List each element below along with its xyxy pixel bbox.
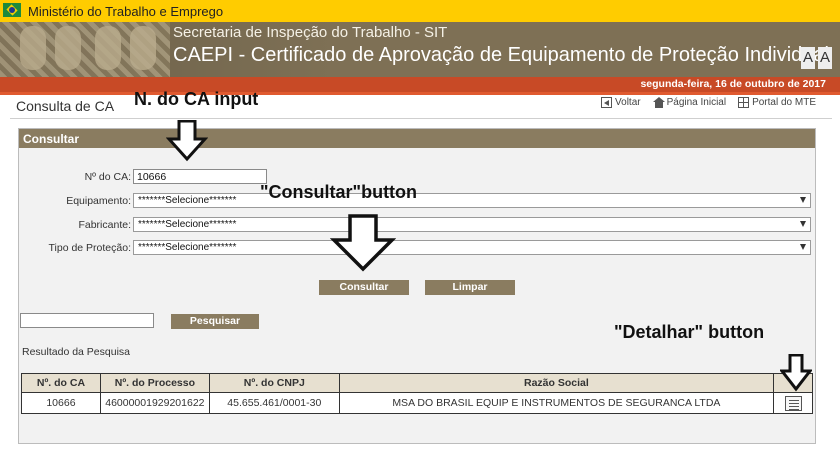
portal-icon — [738, 97, 750, 108]
link-portal-mte[interactable]: Portal do MTE — [738, 97, 816, 108]
banner-photo — [0, 22, 170, 77]
link-voltar[interactable]: Voltar — [601, 97, 641, 108]
results-table: Nº. do CA Nº. do Processo Nº. do CNPJ Ra… — [21, 373, 813, 414]
tipo-protecao-label: Tipo de Proteção: — [48, 242, 132, 254]
tipo-protecao-select-value: *******Selecione******* — [138, 242, 237, 253]
equipamento-label: Equipamento: — [66, 195, 131, 207]
annotation-consultar-button: "Consultar"button — [260, 182, 418, 202]
top-links: Voltar Página Inicial Portal do MTE — [601, 97, 816, 108]
down-arrow-icon — [780, 354, 812, 392]
chevron-down-icon — [800, 221, 806, 227]
fabricante-select-value: *******Selecione******* — [138, 219, 237, 230]
annotation-ca-input: N. do CA input — [134, 89, 259, 109]
ca-number-input[interactable] — [133, 169, 267, 184]
cell-razao-social: MSA DO BRASIL EQUIP E INSTRUMENTOS DE SE… — [338, 392, 775, 414]
link-voltar-label: Voltar — [615, 97, 641, 108]
col-header-processo: Nº. do Processo — [99, 373, 210, 393]
panel-header: Consultar — [19, 129, 815, 148]
detalhar-button[interactable] — [784, 395, 802, 411]
header-banner: Secretaria de Inspeção do Trabalho - SIT… — [0, 22, 840, 77]
limpar-button[interactable]: Limpar — [425, 280, 515, 295]
gov-bar: Ministério do Trabalho e Emprego — [0, 0, 840, 22]
banner-subtitle: Secretaria de Inspeção do Trabalho - SIT — [173, 24, 448, 41]
cell-action — [773, 392, 813, 414]
table-row: 10666 46000001929201622 45.655.461/0001-… — [21, 392, 813, 414]
gov-title[interactable]: Ministério do Trabalho e Emprego — [28, 4, 223, 19]
home-icon — [652, 97, 665, 108]
col-header-razao-social: Razão Social — [338, 373, 775, 393]
table-header-row: Nº. do CA Nº. do Processo Nº. do CNPJ Ra… — [21, 373, 813, 393]
ca-label: Nº do CA: — [84, 171, 131, 183]
link-pagina-inicial[interactable]: Página Inicial — [652, 97, 727, 108]
col-header-ca: Nº. do CA — [21, 373, 101, 393]
search-input[interactable] — [20, 313, 154, 328]
font-size-button-large[interactable]: A — [818, 47, 832, 69]
chevron-down-icon — [800, 197, 806, 203]
fabricante-select[interactable]: *******Selecione******* — [133, 217, 811, 232]
link-portal-mte-label: Portal do MTE — [752, 97, 816, 108]
brazil-flag-icon — [3, 3, 21, 17]
annotation-detalhar-button: "Detalhar" button — [614, 322, 765, 342]
page-title: Consulta de CA — [16, 98, 115, 114]
tipo-protecao-select[interactable]: *******Selecione******* — [133, 240, 811, 255]
back-icon — [601, 97, 613, 108]
divider — [0, 92, 840, 95]
date-bar: segunda-feira, 16 de outubro de 2017 — [0, 77, 840, 92]
cell-ca: 10666 — [21, 392, 101, 414]
equipamento-select-value: *******Selecione******* — [138, 195, 237, 206]
current-date: segunda-feira, 16 de outubro de 2017 — [640, 78, 826, 90]
cell-processo: 46000001929201622 — [99, 392, 210, 414]
results-label: Resultado da Pesquisa — [22, 346, 130, 358]
pesquisar-button[interactable]: Pesquisar — [171, 314, 259, 329]
col-header-cnpj: Nº. do CNPJ — [208, 373, 340, 393]
divider — [10, 118, 832, 119]
down-arrow-icon — [166, 120, 208, 162]
fabricante-label: Fabricante: — [78, 219, 131, 231]
down-arrow-icon — [330, 214, 396, 272]
consultar-panel: Consultar Nº do CA: Equipamento: *******… — [18, 128, 816, 444]
banner-title: CAEPI - Certificado de Aprovação de Equi… — [173, 44, 829, 66]
consultar-button[interactable]: Consultar — [319, 280, 409, 295]
link-pagina-inicial-label: Página Inicial — [666, 97, 727, 108]
font-size-button[interactable]: A — [801, 47, 815, 69]
chevron-down-icon — [800, 244, 806, 250]
equipamento-select[interactable]: *******Selecione******* — [133, 193, 811, 208]
cell-cnpj: 45.655.461/0001-30 — [208, 392, 340, 414]
